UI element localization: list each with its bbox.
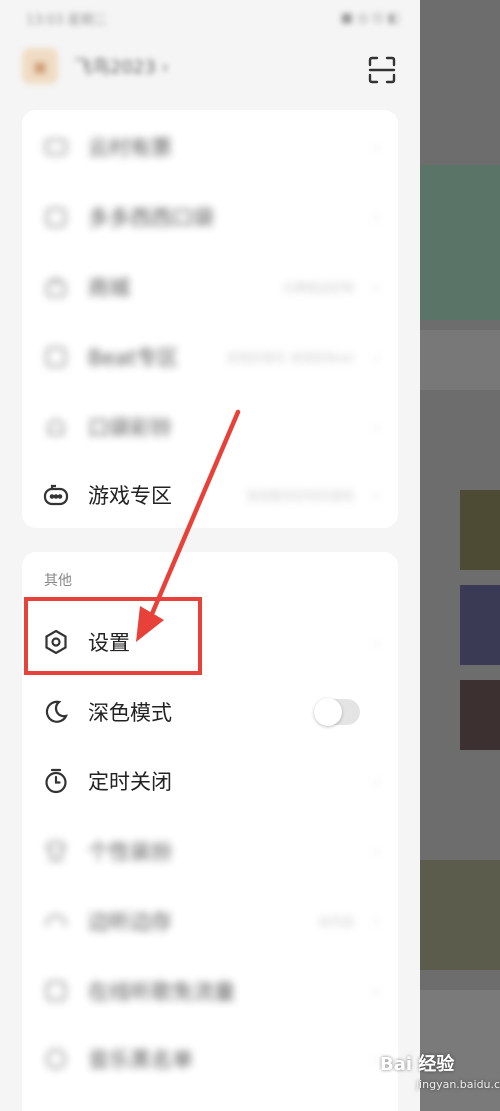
watermark-url: jingyan.baidu.com [416,1078,500,1091]
watermark-text: Bai 经验 [380,1054,455,1075]
annotation-arrow [136,409,241,642]
watermark-logo: Bai 经验 jingyan.baidu.com [380,1050,500,1091]
